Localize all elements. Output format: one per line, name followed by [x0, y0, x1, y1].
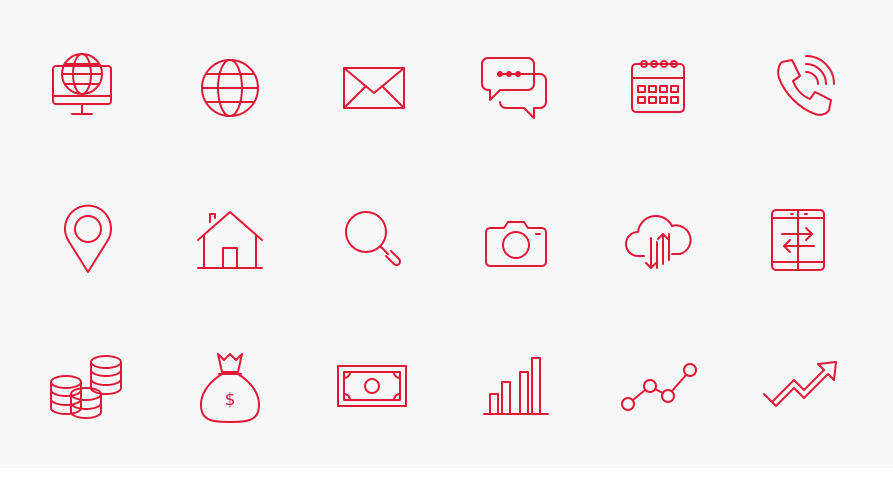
banknote-icon [332, 346, 412, 426]
cloud-transfer-icon [618, 202, 698, 282]
line-graph-icon [618, 350, 698, 430]
money-bag-icon: $ [190, 350, 270, 430]
calendar-icon [618, 46, 698, 126]
bottom-strip [0, 468, 893, 478]
monitor-globe-icon [42, 39, 122, 119]
phone-swap-icon [758, 200, 838, 280]
envelope-icon [334, 48, 414, 128]
trend-up-arrow-icon [760, 348, 840, 428]
dollar-sign: $ [225, 390, 236, 410]
bar-chart-icon [476, 346, 556, 426]
globe-icon [190, 48, 270, 128]
map-pin-icon [48, 202, 128, 282]
search-icon [332, 200, 412, 280]
chat-bubbles-icon [476, 46, 556, 126]
phone-call-icon [762, 48, 842, 128]
coins-icon [46, 352, 126, 432]
home-icon [190, 202, 270, 282]
camera-icon [476, 202, 556, 282]
